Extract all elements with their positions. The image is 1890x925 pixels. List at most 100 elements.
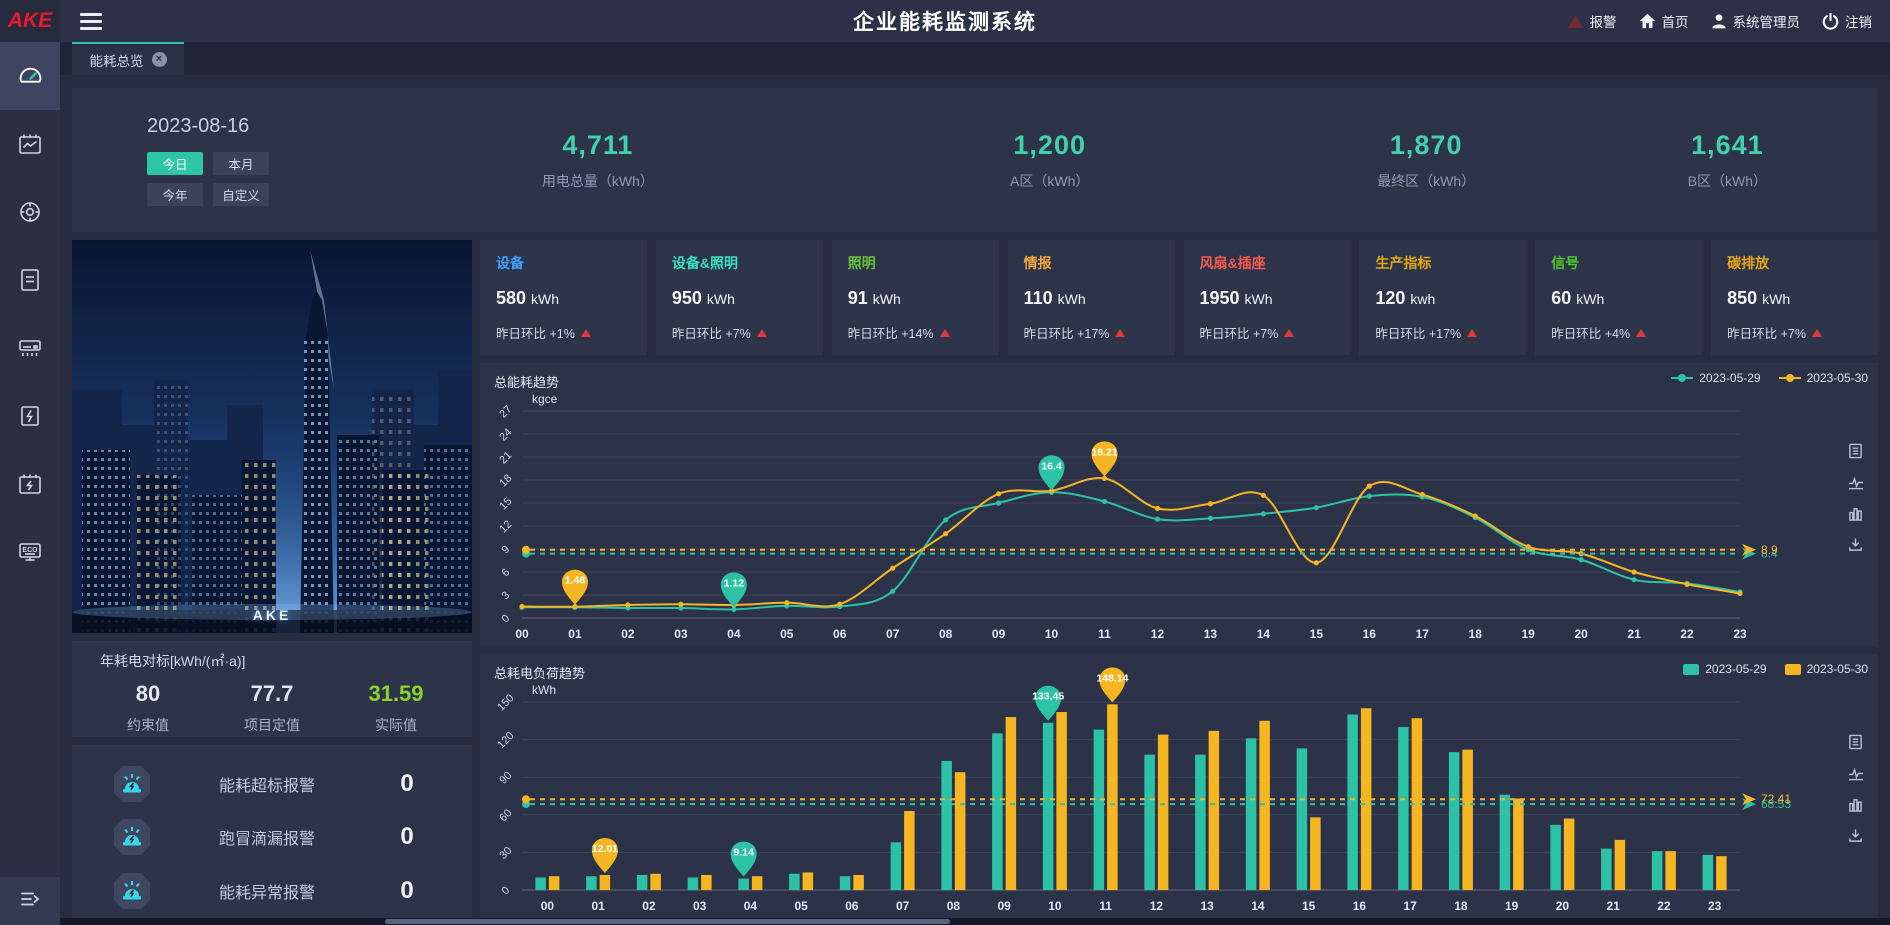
svg-text:22: 22	[1657, 899, 1671, 913]
svg-text:09: 09	[992, 627, 1006, 641]
benchmark-panel: 年耗电对标[kWh/(㎡·a)] 80 约束值 77.7 项目定值 31.59	[72, 641, 472, 737]
svg-text:1.12: 1.12	[724, 577, 745, 589]
alarm-count: 0	[362, 770, 452, 798]
range-button-custom[interactable]: 自定义	[213, 183, 269, 206]
svg-text:1.48: 1.48	[565, 575, 586, 587]
nav-alarm[interactable]: 报警	[1567, 11, 1617, 31]
svg-text:0: 0	[499, 884, 512, 897]
siren-icon	[110, 869, 154, 913]
kpi-card-device: 设备 580kWh 昨日环比 +1%	[480, 240, 647, 355]
svg-text:9.14: 9.14	[733, 847, 754, 859]
range-button-year[interactable]: 今年	[147, 183, 203, 206]
increase-arrow-icon	[757, 329, 767, 337]
benchmark-project: 77.7 项目定值	[210, 681, 334, 735]
svg-text:12: 12	[497, 518, 514, 535]
data-view-icon[interactable]	[1848, 734, 1863, 750]
svg-text:90: 90	[497, 770, 514, 787]
svg-text:16.4: 16.4	[1041, 460, 1062, 472]
svg-text:01: 01	[568, 627, 582, 641]
svg-text:12: 12	[1150, 899, 1164, 913]
increase-arrow-icon	[1115, 329, 1125, 337]
benchmark-actual: 31.59 实际值	[334, 681, 458, 735]
kpi-card-device-lighting: 设备&照明 950kWh 昨日环比 +7%	[656, 240, 823, 355]
sidebar-item-dashboard[interactable]	[0, 42, 60, 110]
svg-text:14: 14	[1251, 899, 1265, 913]
alarm-triangle-icon	[1567, 14, 1584, 29]
svg-text:18: 18	[1454, 899, 1468, 913]
svg-text:19: 19	[1505, 899, 1519, 913]
svg-text:14: 14	[1257, 627, 1271, 641]
svg-text:27: 27	[497, 403, 514, 420]
svg-text:23: 23	[1708, 899, 1722, 913]
svg-text:21: 21	[1606, 899, 1620, 913]
sidebar-item-report[interactable]	[0, 246, 60, 314]
chart-toolbox	[1848, 734, 1864, 843]
app-window: AKE 企业能耗监测系统 报警 首页 系统管理员	[0, 0, 1890, 925]
stat-zone-a: 1,200 A区（kWh）	[824, 130, 1276, 191]
download-icon[interactable]	[1848, 828, 1863, 843]
bar-chart: 0306090120150000102030405060708091011121…	[480, 654, 1878, 918]
date-block: 2023-08-16 今日 本月 今年 自定义	[72, 115, 372, 206]
range-button-month[interactable]: 本月	[213, 152, 269, 175]
sidebar-collapse-button[interactable]	[0, 877, 60, 925]
sidebar-item-hvac[interactable]	[0, 314, 60, 382]
svg-text:10: 10	[1048, 899, 1062, 913]
svg-text:22: 22	[1680, 627, 1694, 641]
svg-text:07: 07	[896, 899, 910, 913]
svg-text:0: 0	[499, 612, 512, 625]
kpi-card-carbon: 碳排放 850kWh 昨日环比 +7%	[1711, 240, 1878, 355]
increase-arrow-icon	[940, 329, 950, 337]
svg-text:08: 08	[939, 627, 953, 641]
svg-text:21: 21	[1627, 627, 1641, 641]
svg-text:15: 15	[1302, 899, 1316, 913]
nav-home[interactable]: 首页	[1639, 11, 1689, 31]
gauge-icon	[17, 63, 44, 90]
range-button-today[interactable]: 今日	[147, 152, 203, 175]
top-header: AKE 企业能耗监测系统 报警 首页 系统管理员	[0, 0, 1890, 42]
svg-text:02: 02	[621, 627, 635, 641]
svg-text:03: 03	[674, 627, 688, 641]
sidebar-item-eco[interactable]: ECO	[0, 518, 60, 586]
line-type-icon[interactable]	[1848, 766, 1864, 781]
increase-arrow-icon	[1284, 329, 1294, 337]
line-chart-panel: 总能耗趋势 kgce 2023-05-29 2023-05-30 0369121…	[480, 363, 1878, 646]
data-view-icon[interactable]	[1848, 443, 1863, 459]
bar-type-icon[interactable]	[1848, 797, 1863, 812]
line-chart: 0369121518212427000102030405060708091011…	[480, 363, 1878, 646]
sidebar: ECO	[0, 42, 60, 925]
nav-user[interactable]: 系统管理员	[1711, 11, 1801, 31]
svg-text:02: 02	[642, 899, 656, 913]
kpi-cards-row: 设备 580kWh 昨日环比 +1% 设备&照明 950kWh 昨日环比 +7%…	[480, 240, 1878, 355]
tab-energy-overview[interactable]: 能耗总览 ×	[72, 42, 184, 75]
scrollbar-thumb[interactable]	[385, 919, 950, 924]
download-icon[interactable]	[1848, 537, 1863, 552]
bolt-square-icon	[17, 403, 43, 429]
alarm-count: 0	[362, 823, 452, 851]
svg-text:05: 05	[780, 627, 794, 641]
sidebar-item-power[interactable]	[0, 382, 60, 450]
line-type-icon[interactable]	[1848, 475, 1864, 490]
tab-close-icon[interactable]: ×	[152, 52, 167, 67]
sidebar-item-energy-analysis[interactable]	[0, 110, 60, 178]
power-icon	[1822, 13, 1839, 30]
svg-text:00: 00	[515, 627, 529, 641]
increase-arrow-icon	[1636, 329, 1646, 337]
sidebar-item-target[interactable]	[0, 178, 60, 246]
header-nav: 报警 首页 系统管理员 注销	[1567, 11, 1890, 31]
target-icon	[17, 199, 43, 225]
svg-text:16: 16	[1353, 899, 1367, 913]
current-date: 2023-08-16	[147, 115, 372, 138]
benchmark-title: 年耗电对标[kWh/(㎡·a)]	[100, 651, 458, 671]
svg-text:13: 13	[1204, 627, 1218, 641]
eco-monitor-icon: ECO	[17, 539, 43, 565]
sidebar-item-energy-schedule[interactable]	[0, 450, 60, 518]
hamburger-menu-icon[interactable]	[80, 9, 102, 34]
svg-text:8.9: 8.9	[1761, 543, 1778, 557]
svg-text:18.21: 18.21	[1091, 446, 1117, 458]
nav-logout[interactable]: 注销	[1822, 11, 1872, 31]
bar-type-icon[interactable]	[1848, 506, 1863, 521]
benchmark-constraint: 80 约束值	[86, 681, 210, 735]
calendar-chart-icon	[17, 131, 43, 157]
svg-text:3: 3	[499, 589, 512, 602]
kpi-card-fan-socket: 风扇&插座 1950kWh 昨日环比 +7%	[1184, 240, 1351, 355]
